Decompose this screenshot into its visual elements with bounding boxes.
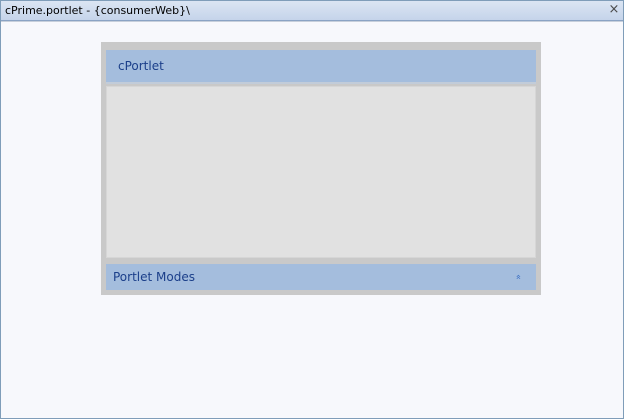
- editor-tab-bar: cPrime.portlet - {consumerWeb}\ ×: [1, 1, 623, 22]
- portlet-frame[interactable]: cPortlet Portlet Modes »: [101, 42, 541, 295]
- portlet-title-bar[interactable]: cPortlet: [106, 50, 536, 84]
- portlet-designer-canvas[interactable]: cPortlet Portlet Modes »: [1, 22, 623, 418]
- portlet-modes-label: Portlet Modes: [113, 270, 195, 284]
- chevron-up-icon[interactable]: »: [514, 264, 524, 290]
- editor-tab[interactable]: cPrime.portlet - {consumerWeb}\ ×: [1, 1, 623, 21]
- close-icon[interactable]: ×: [607, 2, 621, 18]
- portlet-title: cPortlet: [118, 59, 164, 73]
- collapse-glyph: »: [514, 274, 525, 280]
- portlet-content-area[interactable]: [106, 86, 536, 258]
- editor-window: cPrime.portlet - {consumerWeb}\ × cPortl…: [0, 0, 624, 419]
- editor-tab-title: cPrime.portlet - {consumerWeb}\: [5, 4, 190, 17]
- portlet-modes-bar[interactable]: Portlet Modes »: [106, 264, 536, 290]
